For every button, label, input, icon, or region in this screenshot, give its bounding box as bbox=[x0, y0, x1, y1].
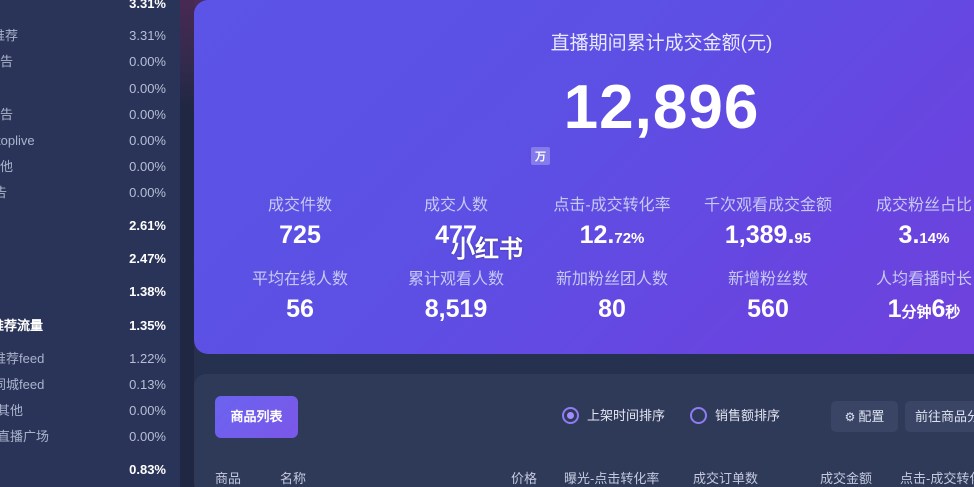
sidebar-row[interactable]: 告 0.00% bbox=[0, 182, 180, 204]
sidebar-row-value: 0.00% bbox=[129, 54, 166, 69]
radio-unchecked-icon bbox=[690, 407, 707, 425]
sidebar-row[interactable]: 广告 0.00% bbox=[0, 104, 180, 126]
metric-total-viewers: 累计观看人数 8,519 bbox=[376, 265, 536, 324]
metric-gpm: 千次观看成交金额 1,389.95 bbox=[688, 191, 848, 250]
sidebar-row-label: 其他 bbox=[0, 403, 24, 418]
gear-icon: ⚙ bbox=[844, 410, 856, 424]
metric-value: 560 bbox=[747, 295, 789, 323]
metric-value: 56 bbox=[286, 295, 314, 323]
metric-value: 1,389.95 bbox=[724, 221, 812, 249]
live-sales-summary-card: 直播期间累计成交金额(元) 12,896 万 成交件数 725 成交人数 477… bbox=[194, 0, 974, 354]
xiaohongshu-watermark: 小红书 bbox=[451, 236, 523, 263]
metric-new-fan-club: 新加粉丝团人数 80 bbox=[532, 265, 692, 324]
radio-label: 上架时间排序 bbox=[587, 408, 666, 423]
sidebar-row-label: 其他 bbox=[0, 159, 14, 174]
sidebar-row-label: toplive bbox=[0, 133, 35, 148]
sidebar-row-value: 1.35% bbox=[129, 318, 166, 333]
sidebar-row-value: 3.31% bbox=[129, 0, 166, 11]
column-header-product: 商品 bbox=[215, 471, 242, 486]
sidebar-row-value: 0.00% bbox=[129, 429, 166, 444]
sidebar-row-value: 0.00% bbox=[129, 81, 166, 96]
sidebar-row[interactable]: 直播广场 0.00% bbox=[0, 426, 180, 448]
metric-label: 新增粉丝数 bbox=[727, 271, 808, 288]
sidebar-row[interactable]: 0.83% bbox=[0, 459, 180, 481]
sidebar-traffic-sources: 3.31% 推荐 3.31% 广告 0.00% 0.00% 广告 0.00% t… bbox=[0, 0, 180, 487]
column-header-click-conversion[interactable]: 点击-成交转化率 bbox=[900, 468, 974, 487]
sidebar-row-label: 推荐 bbox=[0, 28, 19, 43]
sidebar-row-value: 0.00% bbox=[129, 107, 166, 122]
total-sales-title: 直播期间累计成交金额(元) bbox=[550, 33, 773, 54]
sidebar-row[interactable]: 广告 0.00% bbox=[0, 51, 180, 73]
metric-label: 新加粉丝团人数 bbox=[555, 271, 668, 288]
metric-label: 千次观看成交金额 bbox=[703, 197, 832, 214]
metric-value: 8,519 bbox=[424, 295, 488, 323]
sidebar-row-value: 3.31% bbox=[129, 28, 166, 43]
sidebar-row-label: 直播广场 bbox=[0, 429, 50, 444]
sidebar-row[interactable]: 其他 0.00% bbox=[0, 156, 180, 178]
metric-new-followers: 新增粉丝数 560 bbox=[688, 265, 848, 324]
sidebar-row[interactable]: 同城feed 0.13% bbox=[0, 374, 180, 396]
column-header-sales-amount[interactable]: 成交金额 bbox=[820, 468, 872, 487]
metric-value: 12.72% bbox=[579, 221, 645, 249]
sidebar-row-value: 1.38% bbox=[129, 284, 166, 299]
metric-fan-share: 成交粉丝占比 3.14% bbox=[844, 191, 974, 250]
metric-value: 80 bbox=[598, 295, 626, 323]
radio-label: 销售额排序 bbox=[715, 408, 781, 423]
sidebar-row-value: 2.47% bbox=[129, 251, 166, 266]
metric-value: 1分钟6秒 bbox=[887, 295, 961, 323]
sidebar-row[interactable]: 推荐feed 1.22% bbox=[0, 348, 180, 370]
metric-label: 成交人数 bbox=[423, 197, 488, 214]
sort-by-listing-time-radio[interactable]: 上架时间排序 bbox=[562, 406, 665, 426]
metric-label: 成交件数 bbox=[267, 197, 332, 214]
sidebar-row-label: 推荐流量 bbox=[0, 318, 44, 333]
sidebar-row: 3.31% bbox=[0, 0, 180, 15]
sidebar-row-label: 同城feed bbox=[0, 377, 45, 392]
sidebar-row[interactable]: 2.47% bbox=[0, 248, 180, 270]
radio-checked-icon bbox=[562, 407, 579, 425]
sidebar-row-value: 0.00% bbox=[129, 185, 166, 200]
total-sales-unit: 万 bbox=[531, 147, 550, 165]
sort-by-sales-radio[interactable]: 销售额排序 bbox=[690, 406, 780, 426]
sidebar-row-label: 广告 bbox=[0, 54, 14, 69]
sidebar-row-label: 推荐feed bbox=[0, 351, 45, 366]
sidebar-row-value: 0.00% bbox=[129, 159, 166, 174]
metric-value: 725 bbox=[279, 221, 321, 249]
column-header-name: 名称 bbox=[280, 471, 307, 486]
sidebar-row-value: 0.83% bbox=[129, 462, 166, 477]
metric-click-conversion: 点击-成交转化率 12.72% bbox=[532, 191, 692, 250]
sidebar-row-label: 告 bbox=[0, 185, 8, 200]
sidebar-row-value: 0.00% bbox=[129, 133, 166, 148]
metric-label: 成交粉丝占比 bbox=[875, 197, 972, 214]
total-sales-value: 12,896 bbox=[563, 73, 760, 142]
metric-label: 平均在线人数 bbox=[251, 271, 348, 288]
metric-label: 点击-成交转化率 bbox=[553, 197, 671, 214]
goto-product-analysis-button[interactable]: 前往商品分析 bbox=[905, 401, 974, 432]
sidebar-row[interactable]: 0.00% bbox=[0, 78, 180, 100]
sidebar-row[interactable]: 1.38% bbox=[0, 281, 180, 303]
sidebar-row[interactable]: 推荐 3.31% bbox=[0, 25, 180, 47]
metric-items-sold: 成交件数 725 bbox=[220, 191, 380, 250]
metric-label: 人均看播时长 bbox=[875, 271, 972, 288]
sidebar-row[interactable]: toplive 0.00% bbox=[0, 130, 180, 152]
product-list-button[interactable]: 商品列表 bbox=[215, 396, 298, 438]
sidebar-row-value: 0.13% bbox=[129, 377, 166, 392]
metric-avg-online: 平均在线人数 56 bbox=[220, 265, 380, 324]
metric-value: 3.14% bbox=[898, 221, 950, 249]
sidebar-row-label: 广告 bbox=[0, 107, 14, 122]
column-header-orders[interactable]: 成交订单数 bbox=[693, 468, 758, 487]
column-header-price[interactable]: 价格 bbox=[511, 468, 537, 487]
metric-avg-watch-time: 人均看播时长 1分钟6秒 bbox=[844, 265, 974, 324]
column-header-exposure-click-rate[interactable]: 曝光-点击转化率 bbox=[564, 468, 659, 487]
sidebar-row[interactable]: 其他 0.00% bbox=[0, 400, 180, 422]
sidebar-row-recommend-traffic[interactable]: 推荐流量 1.35% bbox=[0, 315, 180, 337]
sidebar-row-value: 1.22% bbox=[129, 351, 166, 366]
sidebar-row-value: 0.00% bbox=[129, 403, 166, 418]
sidebar-row-value: 2.61% bbox=[129, 218, 166, 233]
config-button[interactable]: ⚙ 配置 bbox=[831, 401, 898, 432]
metric-label: 累计观看人数 bbox=[407, 271, 504, 288]
sidebar-row[interactable]: 2.61% bbox=[0, 215, 180, 237]
